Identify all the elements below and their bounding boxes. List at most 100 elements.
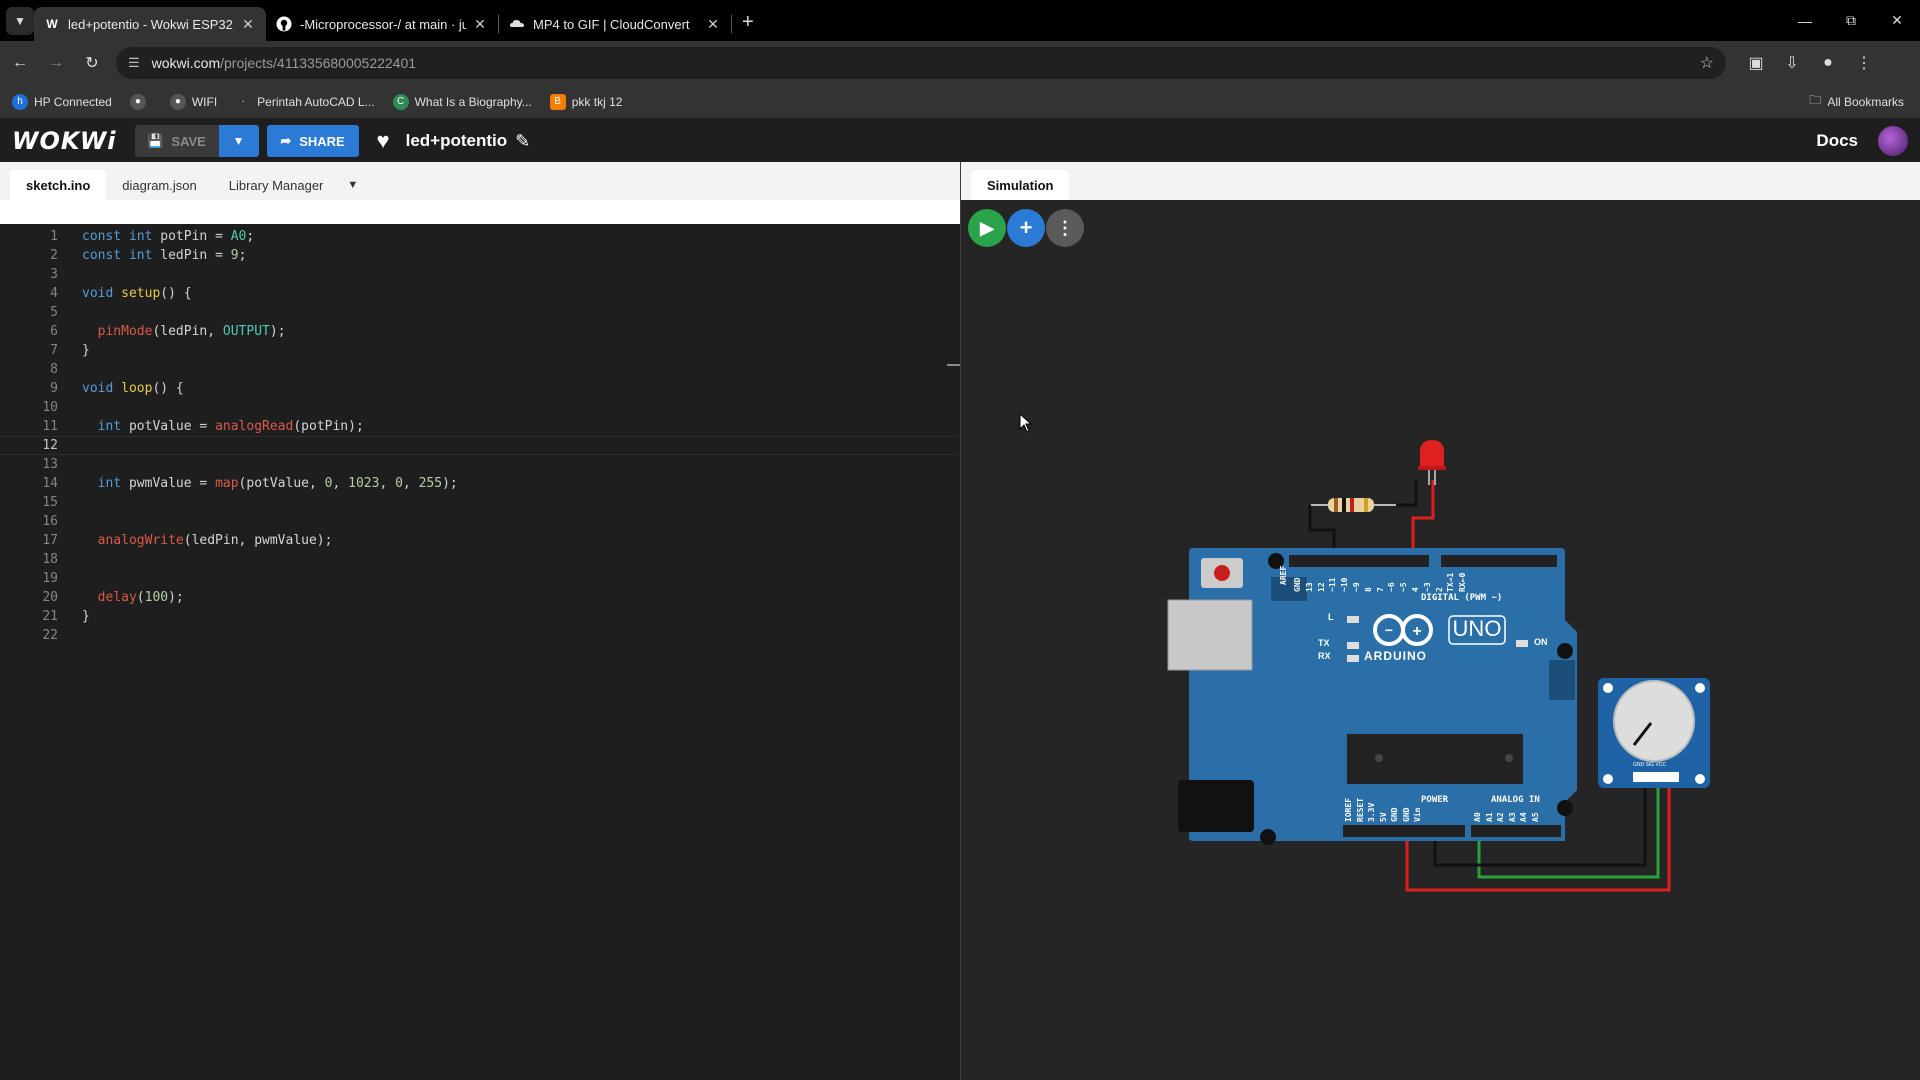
code-editor[interactable]: 1 const int potPin = A0; 2 const int ledPin…	[0, 224, 960, 1080]
code-line[interactable]: 12	[0, 436, 958, 455]
restore-icon[interactable]: ⧉	[1828, 0, 1874, 41]
save-button[interactable]: 💾 SAVE	[134, 125, 219, 157]
aref-label: AREF	[1279, 565, 1288, 585]
bookmark-pkk[interactable]: Bpkk tkj 12	[549, 93, 622, 110]
bookmark-label: HP Connected	[34, 94, 112, 109]
line-number: 7	[50, 343, 58, 358]
tab-simulation[interactable]: Simulation	[971, 170, 1070, 200]
code-line[interactable]: 2 const int ledPin = 9;	[0, 246, 958, 265]
reload-icon[interactable]: ↻	[76, 47, 108, 79]
code-line[interactable]: 13	[0, 455, 958, 474]
browser-tab-cloudconvert[interactable]: MP4 to GIF | CloudConvert ✕	[499, 7, 731, 41]
pin-label: ~5	[1399, 582, 1409, 592]
pin-label: A5	[1530, 812, 1540, 822]
bookmark-wifi[interactable]: ● WIFI	[169, 93, 217, 110]
cloudconvert-favicon-icon	[509, 16, 525, 32]
tab-separator	[731, 15, 732, 33]
address-bar[interactable]: ☰ wokwi.com/projects/411335680005222401 …	[116, 47, 1726, 79]
line-number: 10	[42, 400, 58, 415]
bookmark-label: Perintah AutoCAD L...	[257, 94, 375, 109]
menu-kebab-icon[interactable]: ⋮	[1846, 53, 1882, 73]
extensions-icon[interactable]: ▣	[1738, 53, 1774, 73]
tab-library-manager[interactable]: Library Manager	[213, 170, 340, 200]
browser-tab-wokwi[interactable]: W led+potentio - Wokwi ESP32, S ✕	[34, 7, 266, 41]
close-tab-icon[interactable]: ✕	[240, 16, 256, 33]
line-number: 5	[50, 305, 58, 320]
bookmark-autocad[interactable]: · Perintah AutoCAD L...	[235, 93, 375, 110]
pin-label: GND	[1401, 807, 1411, 822]
code-line[interactable]: 3	[0, 265, 958, 284]
forward-icon[interactable]: →	[40, 47, 72, 79]
browser-tab-github[interactable]: -Microprocessor-/ at main · jus ✕	[266, 7, 498, 41]
pin-label: A3	[1507, 812, 1517, 822]
code-line[interactable]: 9 void loop() {	[0, 379, 958, 398]
line-number: 6	[50, 324, 58, 339]
code-line[interactable]: 22	[0, 626, 958, 645]
close-window-icon[interactable]: ✕	[1874, 0, 1920, 41]
code-line[interactable]: 6 pinMode(ledPin, OUTPUT);	[0, 322, 958, 341]
line-number: 3	[50, 267, 58, 282]
bookmark-globe[interactable]: ●	[129, 93, 152, 110]
tabs-dropdown-icon[interactable]: ▼	[347, 170, 358, 200]
line-number: 9	[50, 381, 58, 396]
wokwi-header: WOKWi 💾 SAVE ▼ ➦ SHARE ♥ led+potentio ✎ Do…	[0, 120, 1920, 162]
pin-label: 13	[1304, 582, 1314, 592]
code-line[interactable]: 18	[0, 550, 958, 569]
save-disk-icon: 💾	[147, 133, 164, 148]
code-line[interactable]: 1 const int potPin = A0;	[0, 227, 958, 246]
code-line[interactable]: 17 analogWrite(ledPin, pwmValue);	[0, 531, 958, 550]
new-tab-icon[interactable]: +	[742, 11, 754, 34]
bookmark-biography[interactable]: C What Is a Biography...	[392, 93, 532, 110]
code-line[interactable]: 11 int potValue = analogRead(potPin);	[0, 417, 958, 436]
power-label: POWER	[1421, 795, 1449, 805]
blogger-icon: B	[549, 93, 566, 110]
code-line[interactable]: 5	[0, 303, 958, 322]
simulation-tabs: Simulation	[961, 162, 1920, 200]
folder-icon: 🗀	[1809, 93, 1822, 107]
tab-title: MP4 to GIF | CloudConvert	[533, 16, 690, 32]
share-button[interactable]: ➦ SHARE	[266, 125, 359, 157]
digital-pwm-label: DIGITAL (PWM ~)	[1421, 593, 1503, 603]
bookmark-hp[interactable]: h HP Connected	[12, 93, 112, 110]
code-line[interactable]: 10	[0, 398, 958, 417]
code-line[interactable]: 8	[0, 360, 958, 379]
code-text: delay(100);	[97, 590, 184, 605]
code-line[interactable]: 20 delay(100);	[0, 588, 958, 607]
page-icon: ·	[235, 93, 252, 110]
line-number: 20	[42, 590, 58, 605]
pin-label: A1	[1484, 812, 1494, 822]
code-line[interactable]: 14 int pwmValue = map(potValue, 0, 1023,…	[0, 474, 958, 493]
pin-label: 12	[1316, 582, 1326, 592]
simulation-canvas[interactable]: ▶ + ⋮ − + UNO ARDUINO DIGITAL (PWM ~) PO…	[961, 200, 1920, 1080]
docs-link[interactable]: Docs	[1816, 131, 1858, 151]
profile-icon[interactable]: ●	[1810, 54, 1846, 72]
line-number: 15	[42, 495, 58, 510]
edit-pencil-icon[interactable]: ✎	[515, 131, 530, 152]
code-line[interactable]: 21}	[0, 607, 958, 626]
tab-diagram-json[interactable]: diagram.json	[106, 170, 212, 200]
close-tab-icon[interactable]: ✕	[472, 16, 488, 33]
tab-sketch-ino[interactable]: sketch.ino	[10, 170, 107, 200]
save-dropdown-button[interactable]: ▼	[218, 125, 259, 157]
code-line[interactable]: 15	[0, 493, 958, 512]
chevron-down-icon: ▼	[232, 134, 245, 148]
close-tab-icon[interactable]: ✕	[705, 16, 721, 33]
all-bookmarks-label: All Bookmarks	[1827, 94, 1904, 109]
code-line[interactable]: 19	[0, 569, 958, 588]
download-icon[interactable]: ⇩	[1774, 53, 1810, 73]
pin-label: RX←0	[1458, 572, 1468, 592]
back-icon[interactable]: ←	[4, 47, 36, 79]
bookmark-star-icon[interactable]: ☆	[1700, 53, 1714, 73]
heart-icon[interactable]: ♥	[377, 128, 390, 154]
code-line[interactable]: 7}	[0, 341, 958, 360]
minimize-icon[interactable]: —	[1782, 0, 1828, 41]
wokwi-logo[interactable]: WOKWi	[12, 127, 117, 155]
all-bookmarks[interactable]: 🗀 All Bookmarks	[1809, 91, 1904, 112]
project-name[interactable]: led+potentio	[406, 131, 508, 151]
avatar[interactable]	[1878, 126, 1908, 156]
pin-label: A2	[1496, 812, 1505, 822]
tab-search-icon[interactable]: ▼	[6, 6, 34, 35]
code-line[interactable]: 16	[0, 512, 958, 531]
site-info-icon[interactable]: ☰	[128, 55, 140, 71]
code-line[interactable]: 4 void setup() {	[0, 284, 958, 303]
